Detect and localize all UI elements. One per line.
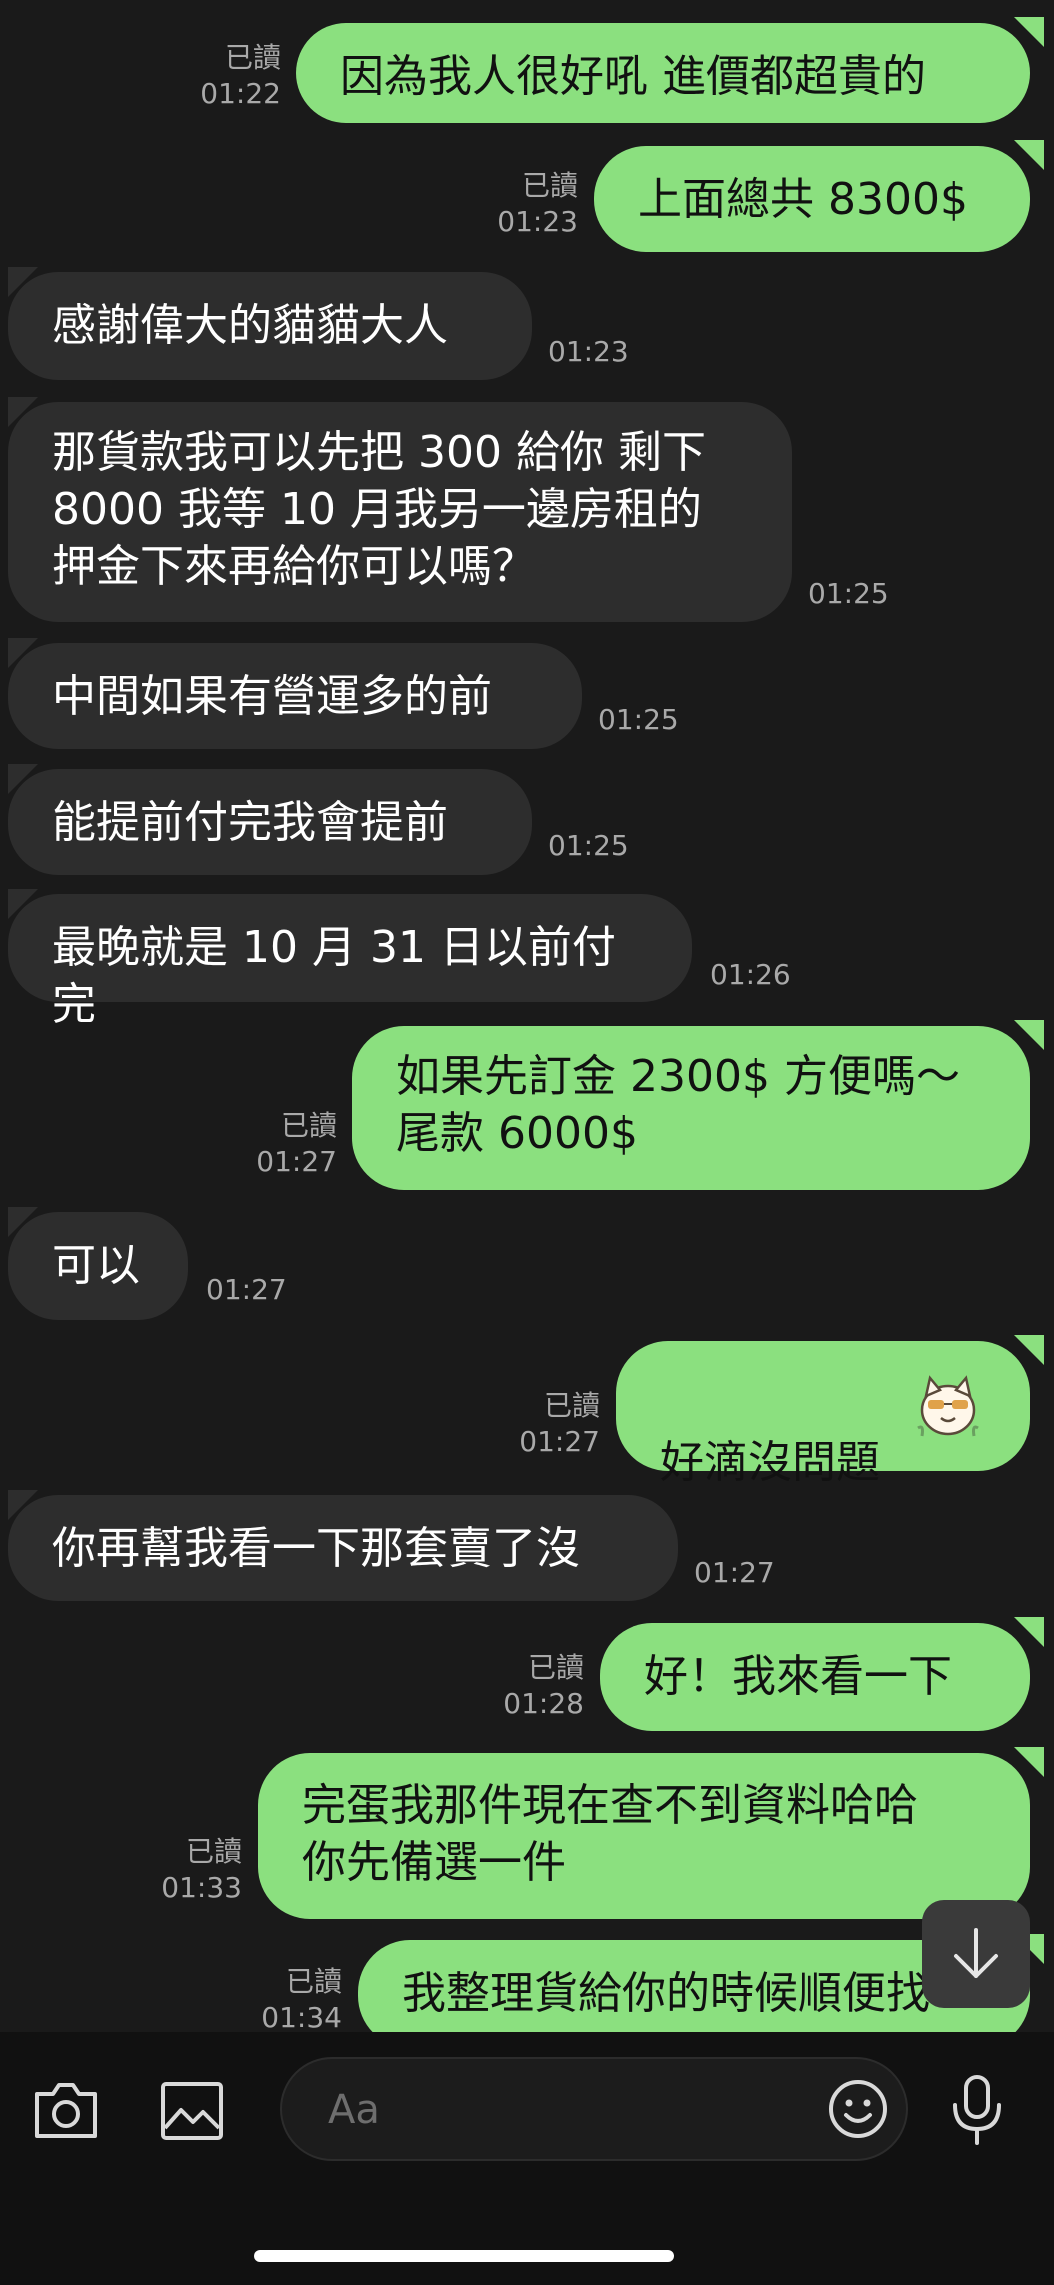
incoming-message-bubble[interactable]: 能提前付完我會提前: [8, 769, 532, 875]
message-time: 01:23: [548, 335, 629, 368]
incoming-message-bubble[interactable]: 可以: [8, 1212, 188, 1320]
read-receipt: 已讀: [185, 1835, 242, 1868]
message-meta: 已讀 01:27: [256, 1108, 337, 1180]
incoming-message-bubble[interactable]: 感謝偉大的貓貓大人: [8, 272, 532, 380]
camera-icon[interactable]: [31, 2078, 101, 2142]
read-receipt: 已讀: [285, 1965, 342, 1998]
incoming-message-bubble[interactable]: 中間如果有營運多的前: [8, 643, 582, 749]
message-meta: 已讀 01:28: [503, 1650, 584, 1722]
incoming-message-bubble[interactable]: 那貨款我可以先把 300 給你 剩下 8000 我等 10 月我另一邊房租的 押…: [8, 402, 792, 622]
message-text: 好滴沒問題: [660, 1437, 880, 1488]
read-receipt: 已讀: [224, 41, 281, 74]
bubble-tail: [1014, 140, 1044, 170]
cat-sticker-icon: [917, 1375, 979, 1437]
scroll-to-bottom-button[interactable]: [922, 1900, 1030, 2008]
bubble-tail: [1014, 17, 1044, 47]
image-icon[interactable]: [159, 2080, 225, 2142]
message-time: 01:28: [503, 1687, 584, 1720]
home-indicator[interactable]: [254, 2250, 674, 2262]
emoji-icon[interactable]: [826, 2077, 890, 2141]
bubble-tail: [1014, 1617, 1044, 1647]
message-time: 01:27: [694, 1556, 775, 1589]
microphone-icon[interactable]: [949, 2073, 1005, 2147]
message-time: 01:22: [200, 77, 281, 110]
read-receipt: 已讀: [543, 1389, 600, 1422]
message-meta: 已讀 01:33: [161, 1834, 242, 1906]
arrow-down-icon: [954, 1928, 998, 1978]
message-input[interactable]: Aa: [280, 2057, 908, 2161]
message-time: 01:25: [598, 703, 679, 736]
message-time: 01:27: [519, 1425, 600, 1458]
outgoing-message-bubble[interactable]: 好！我來看一下: [600, 1623, 1030, 1731]
message-meta: 已讀 01:34: [261, 1964, 342, 2036]
read-receipt: 已讀: [527, 1651, 584, 1684]
read-receipt: 已讀: [280, 1109, 337, 1142]
message-time: 01:27: [256, 1145, 337, 1178]
message-meta: 已讀 01:23: [497, 168, 578, 240]
outgoing-message-bubble[interactable]: 上面總共 8300$: [594, 146, 1030, 252]
message-meta: 已讀 01:22: [200, 40, 281, 112]
bubble-tail: [1014, 1747, 1044, 1777]
message-time: 01:25: [548, 829, 629, 862]
outgoing-message-bubble[interactable]: 因為我人很好吼 進價都超貴的: [296, 23, 1030, 123]
bubble-tail: [1014, 1020, 1044, 1050]
bubble-tail: [1014, 1335, 1044, 1365]
incoming-message-bubble[interactable]: 你再幫我看一下那套賣了沒: [8, 1495, 678, 1601]
message-time: 01:25: [808, 577, 889, 610]
message-time: 01:33: [161, 1871, 242, 1904]
message-input-placeholder: Aa: [328, 2087, 380, 2133]
message-time: 01:23: [497, 205, 578, 238]
outgoing-message-bubble[interactable]: 完蛋我那件現在查不到資料哈哈 你先備選一件: [258, 1753, 1030, 1919]
message-time: 01:34: [261, 2001, 342, 2034]
read-receipt: 已讀: [521, 169, 578, 202]
message-time: 01:27: [206, 1273, 287, 1306]
message-time: 01:26: [710, 958, 791, 991]
outgoing-message-bubble[interactable]: 如果先訂金 2300$ 方便嗎～ 尾款 6000$: [352, 1026, 1030, 1190]
incoming-message-bubble[interactable]: 最晚就是 10 月 31 日以前付完: [8, 894, 692, 1030]
message-meta: 已讀 01:27: [519, 1388, 600, 1460]
